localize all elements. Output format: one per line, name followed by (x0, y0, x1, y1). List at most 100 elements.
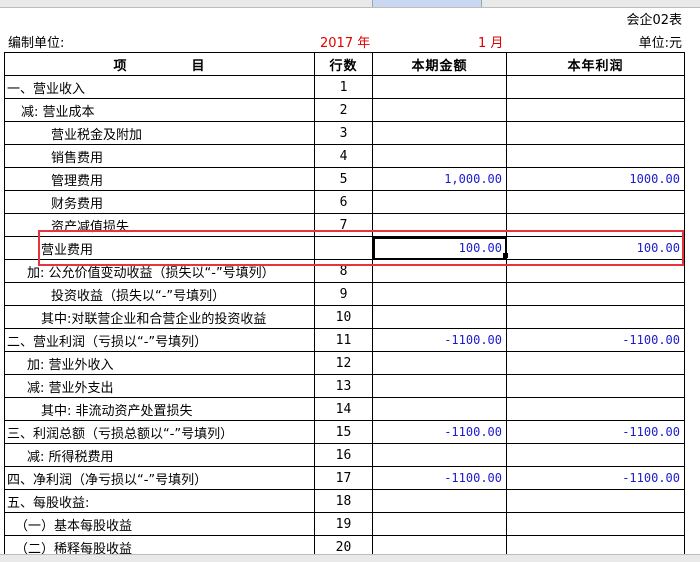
ytd-profit-cell[interactable] (506, 98, 685, 122)
ytd-profit-cell[interactable] (506, 259, 685, 283)
line-no-cell[interactable]: 13 (314, 374, 373, 398)
income-statement-table: 项目 行数 本期金额 本年利润 一、营业收入 1 减: 营业成本 2 营业税金及附加… (4, 52, 685, 559)
line-no-cell[interactable]: 17 (314, 466, 373, 490)
report-month[interactable]: 1 月 (478, 32, 503, 51)
ytd-profit-cell[interactable] (506, 374, 685, 398)
period-amount-cell[interactable] (372, 512, 507, 536)
period-amount-cell[interactable] (372, 190, 507, 214)
period-amount-cell[interactable]: -1100.00 (372, 328, 507, 352)
ytd-profit-cell[interactable] (506, 305, 685, 329)
ytd-profit-cell[interactable]: -1100.00 (506, 466, 685, 490)
item-cell[interactable]: 资产减值损失 (4, 213, 315, 237)
ytd-profit-cell[interactable] (506, 397, 685, 421)
table-row: 财务费用 6 (4, 190, 685, 214)
table-row: 营业税金及附加 3 (4, 121, 685, 145)
table-row-highlighted: 营业费用 100.00 100.00 (4, 236, 685, 260)
ytd-profit-cell[interactable]: -1100.00 (506, 420, 685, 444)
item-cell[interactable]: 一、营业收入 (4, 75, 315, 99)
period-amount-cell-active[interactable]: 100.00 (372, 236, 507, 260)
table-row: 二、营业利润（亏损以“-”号填列） 11 -1100.00 -1100.00 (4, 328, 685, 352)
line-no-cell[interactable]: 19 (314, 512, 373, 536)
period-amount-cell[interactable]: -1100.00 (372, 420, 507, 444)
item-cell[interactable]: 营业费用 (4, 236, 315, 260)
ytd-profit-cell[interactable] (506, 443, 685, 467)
table-row: 投资收益（损失以“-”号填列） 9 (4, 282, 685, 306)
period-amount-cell[interactable] (372, 121, 507, 145)
period-amount-cell[interactable]: -1100.00 (372, 466, 507, 490)
item-cell[interactable]: 减: 所得税费用 (4, 443, 315, 467)
ytd-profit-cell[interactable] (506, 489, 685, 513)
item-cell[interactable]: 管理费用 (4, 167, 315, 191)
line-no-cell[interactable]: 18 (314, 489, 373, 513)
item-cell[interactable]: 加: 营业外收入 (4, 351, 315, 375)
item-cell[interactable]: 投资收益（损失以“-”号填列） (4, 282, 315, 306)
table-row: 一、营业收入 1 (4, 75, 685, 99)
form-code-label: 会企02表 (626, 13, 682, 28)
line-no-cell[interactable]: 7 (314, 213, 373, 237)
cell-fill-handle[interactable] (503, 253, 508, 258)
report-meta-line: 编制单位: 2017 年 1 月 单位:元 (0, 32, 700, 51)
period-amount-cell[interactable] (372, 443, 507, 467)
report-year[interactable]: 2017 年 (320, 32, 370, 51)
line-no-cell[interactable]: 12 (314, 351, 373, 375)
item-cell[interactable]: 减: 营业外支出 (4, 374, 315, 398)
period-amount-cell[interactable] (372, 75, 507, 99)
line-no-cell[interactable]: 2 (314, 98, 373, 122)
table-row: 加: 营业外收入 12 (4, 351, 685, 375)
line-no-cell[interactable]: 16 (314, 443, 373, 467)
table-row: 销售费用 4 (4, 144, 685, 168)
item-cell[interactable]: 三、利润总额（亏损总额以“-”号填列） (4, 420, 315, 444)
item-cell[interactable]: 加: 公允价值变动收益（损失以“-”号填列） (4, 259, 315, 283)
line-no-cell[interactable]: 14 (314, 397, 373, 421)
ytd-profit-cell[interactable]: 100.00 (506, 236, 685, 260)
line-no-cell[interactable]: 5 (314, 167, 373, 191)
item-cell[interactable]: 营业税金及附加 (4, 121, 315, 145)
line-no-cell[interactable]: 11 (314, 328, 373, 352)
ytd-profit-cell[interactable] (506, 190, 685, 214)
currency-unit-label: 单位:元 (638, 36, 682, 51)
table-row: （一）基本每股收益 19 (4, 512, 685, 536)
item-cell[interactable]: 其中:对联营企业和合营企业的投资收益 (4, 305, 315, 329)
line-no-cell[interactable]: 10 (314, 305, 373, 329)
line-no-cell[interactable]: 3 (314, 121, 373, 145)
period-amount-cell[interactable] (372, 351, 507, 375)
ytd-profit-cell[interactable]: -1100.00 (506, 328, 685, 352)
line-no-cell[interactable]: 15 (314, 420, 373, 444)
ytd-profit-cell[interactable]: 1000.00 (506, 167, 685, 191)
line-no-cell[interactable]: 9 (314, 282, 373, 306)
line-no-cell[interactable]: 8 (314, 259, 373, 283)
item-cell[interactable]: 五、每股收益: (4, 489, 315, 513)
table-header-row: 项目 行数 本期金额 本年利润 (4, 52, 685, 76)
ytd-profit-cell[interactable] (506, 351, 685, 375)
line-no-cell[interactable]: 1 (314, 75, 373, 99)
item-cell[interactable]: 减: 营业成本 (4, 98, 315, 122)
period-amount-cell[interactable] (372, 282, 507, 306)
ytd-profit-cell[interactable] (506, 512, 685, 536)
period-amount-cell[interactable] (372, 489, 507, 513)
table-row: 管理费用 5 1,000.00 1000.00 (4, 167, 685, 191)
ytd-profit-cell[interactable] (506, 282, 685, 306)
period-amount-cell[interactable] (372, 305, 507, 329)
period-amount-cell[interactable]: 1,000.00 (372, 167, 507, 191)
period-amount-cell[interactable] (372, 259, 507, 283)
item-cell[interactable]: 销售费用 (4, 144, 315, 168)
period-amount-cell[interactable] (372, 213, 507, 237)
item-cell[interactable]: 二、营业利润（亏损以“-”号填列） (4, 328, 315, 352)
period-amount-cell[interactable] (372, 98, 507, 122)
line-no-cell[interactable] (314, 236, 373, 260)
item-cell[interactable]: （一）基本每股收益 (4, 512, 315, 536)
item-cell[interactable]: 四、净利润（净亏损以“-”号填列） (4, 466, 315, 490)
period-amount-cell[interactable] (372, 144, 507, 168)
period-amount-cell[interactable] (372, 397, 507, 421)
table-row: 其中:对联营企业和合营企业的投资收益 10 (4, 305, 685, 329)
ytd-profit-cell[interactable] (506, 121, 685, 145)
line-no-cell[interactable]: 6 (314, 190, 373, 214)
ytd-profit-cell[interactable] (506, 213, 685, 237)
period-amount-cell[interactable] (372, 374, 507, 398)
ytd-profit-cell[interactable] (506, 75, 685, 99)
item-cell[interactable]: 财务费用 (4, 190, 315, 214)
line-no-cell[interactable]: 4 (314, 144, 373, 168)
ytd-profit-cell[interactable] (506, 144, 685, 168)
table-row: 其中: 非流动资产处置损失 14 (4, 397, 685, 421)
item-cell[interactable]: 其中: 非流动资产处置损失 (4, 397, 315, 421)
